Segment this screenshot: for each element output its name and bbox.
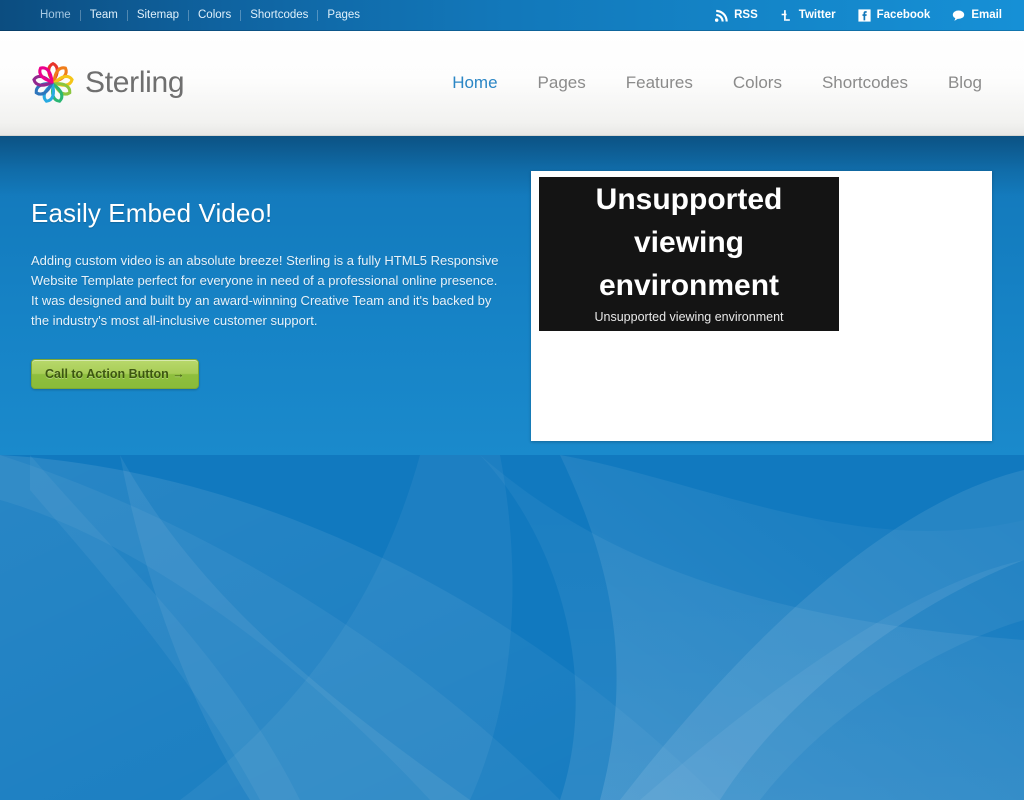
nav-item-features[interactable]: Features (606, 73, 713, 93)
hero-copy-block: Easily Embed Video! Adding custom video … (31, 198, 501, 389)
social-label-rss: RSS (734, 9, 758, 21)
social-label-twitter: Twitter (798, 9, 836, 21)
hero-title: Easily Embed Video! (31, 198, 273, 228)
site-logo[interactable]: Sterling (31, 61, 185, 105)
hero-description: Adding custom video is an absolute breez… (31, 253, 499, 328)
social-links: RSS Twitter Facebook Email (693, 8, 1002, 22)
video-unsupported-message: Unsupported viewing environment (595, 183, 783, 302)
nav-item-shortcodes[interactable]: Shortcodes (802, 73, 928, 93)
rss-icon (715, 9, 728, 22)
social-link-twitter[interactable]: Twitter (780, 9, 836, 22)
main-navigation: Home Pages Features Colors Shortcodes Bl… (432, 73, 1002, 93)
social-link-rss[interactable]: RSS (715, 9, 758, 22)
social-label-email: Email (971, 9, 1002, 21)
nav-item-colors[interactable]: Colors (713, 73, 802, 93)
logo-wordmark: Sterling (85, 66, 185, 99)
social-label-facebook: Facebook (876, 9, 931, 21)
video-unsupported-caption: Unsupported viewing environment (594, 310, 784, 324)
topbar-link-shortcodes[interactable]: Shortcodes (241, 9, 317, 22)
top-utility-bar: Home Team Sitemap Colors Shortcodes Page… (0, 0, 1024, 31)
nav-item-home[interactable]: Home (432, 73, 517, 93)
topbar-link-colors[interactable]: Colors (189, 9, 240, 22)
call-to-action-button[interactable]: Call to Action Button → (31, 359, 199, 389)
top-utility-links: Home Team Sitemap Colors Shortcodes Page… (31, 9, 369, 22)
topbar-link-home[interactable]: Home (31, 9, 80, 22)
twitter-icon (780, 9, 793, 22)
facebook-icon (858, 8, 871, 22)
site-header: Sterling Home Pages Features Colors Shor… (0, 31, 1024, 136)
topbar-link-pages[interactable]: Pages (318, 9, 369, 22)
social-link-email[interactable]: Email (952, 9, 1002, 22)
email-bubble-icon (952, 9, 965, 22)
topbar-link-team[interactable]: Team (81, 9, 127, 22)
video-player-placeholder[interactable]: Unsupported viewing environment Unsuppor… (539, 177, 839, 331)
nav-item-blog[interactable]: Blog (928, 73, 1002, 93)
topbar-link-sitemap[interactable]: Sitemap (128, 9, 188, 22)
social-link-facebook[interactable]: Facebook (858, 8, 931, 22)
flower-logo-icon (31, 61, 75, 105)
nav-item-pages[interactable]: Pages (518, 73, 606, 93)
